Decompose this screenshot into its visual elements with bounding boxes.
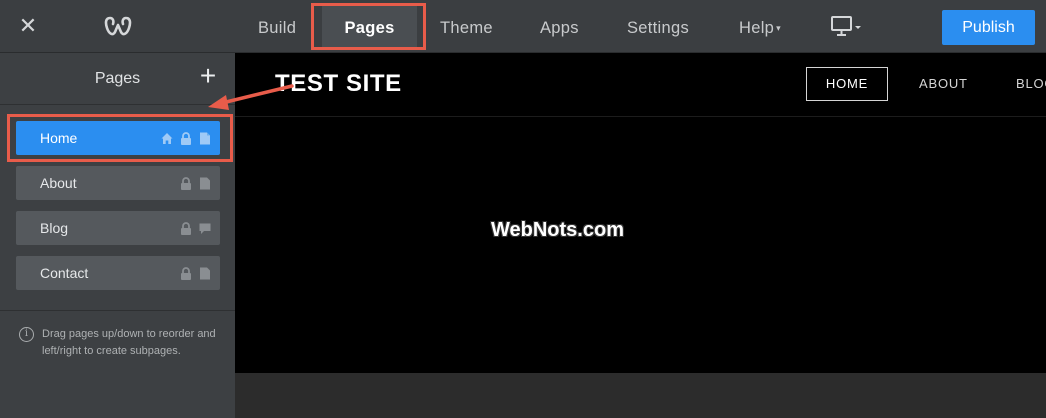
page-item-icons [161, 132, 211, 145]
nav-help[interactable]: Help ▾ [739, 0, 781, 53]
page-item-label: About [40, 175, 77, 191]
page-item-icons [180, 222, 211, 235]
page-icon[interactable] [199, 132, 211, 145]
top-toolbar: ✕ Build Pages Theme Apps Settings Help ▾ … [0, 0, 1046, 53]
page-item-icons [180, 267, 211, 280]
home-icon[interactable] [161, 132, 173, 145]
nav-theme[interactable]: Theme [440, 0, 493, 53]
comment-icon[interactable] [199, 222, 211, 235]
sidebar-header: Pages + [0, 53, 235, 105]
info-icon: i [19, 327, 34, 342]
site-nav-home[interactable]: HOME [806, 67, 888, 101]
nav-pages[interactable]: Pages [322, 5, 417, 50]
page-item-icons [180, 177, 211, 190]
plus-icon[interactable]: + [198, 62, 218, 90]
sidebar-hint: Drag pages up/down to reorder and left/r… [42, 328, 216, 357]
site-nav-about[interactable]: ABOUT [919, 76, 968, 91]
lock-icon[interactable] [180, 132, 192, 145]
page-item-label: Contact [40, 265, 89, 281]
page-icon[interactable] [199, 267, 211, 280]
page-item-label: Home [40, 130, 78, 146]
preview-footer-area [235, 373, 1046, 418]
close-icon[interactable]: ✕ [18, 15, 38, 37]
lock-icon[interactable] [180, 267, 192, 280]
lock-icon[interactable] [180, 177, 192, 190]
nav-settings[interactable]: Settings [627, 0, 689, 53]
pages-sidebar: Pages + Home About Blog Contact i Drag p… [0, 53, 235, 418]
site-nav-blog[interactable]: BLOG [1016, 76, 1046, 91]
page-item-label: Blog [40, 220, 69, 236]
nav-help-label: Help [739, 19, 775, 37]
page-item-blog[interactable]: Blog [16, 211, 220, 245]
sidebar-divider [0, 310, 235, 311]
site-preview: TEST SITE HOME ABOUT BLOG WebNots.com [235, 53, 1046, 373]
site-header: TEST SITE HOME ABOUT BLOG [235, 53, 1046, 117]
page-item-contact[interactable]: Contact [16, 256, 220, 290]
watermark: WebNots.com [491, 219, 624, 241]
lock-icon[interactable] [180, 222, 192, 235]
nav-apps[interactable]: Apps [540, 0, 579, 53]
page-icon[interactable] [199, 177, 211, 190]
publish-button[interactable]: Publish [942, 10, 1035, 45]
page-item-about[interactable]: About [16, 166, 220, 200]
desktop-icon[interactable] [831, 16, 863, 38]
chevron-down-icon: ▾ [776, 23, 781, 33]
page-item-home[interactable]: Home [16, 121, 220, 155]
site-title[interactable]: TEST SITE [275, 70, 402, 98]
weebly-logo-icon[interactable] [104, 14, 132, 40]
nav-build[interactable]: Build [258, 0, 296, 53]
